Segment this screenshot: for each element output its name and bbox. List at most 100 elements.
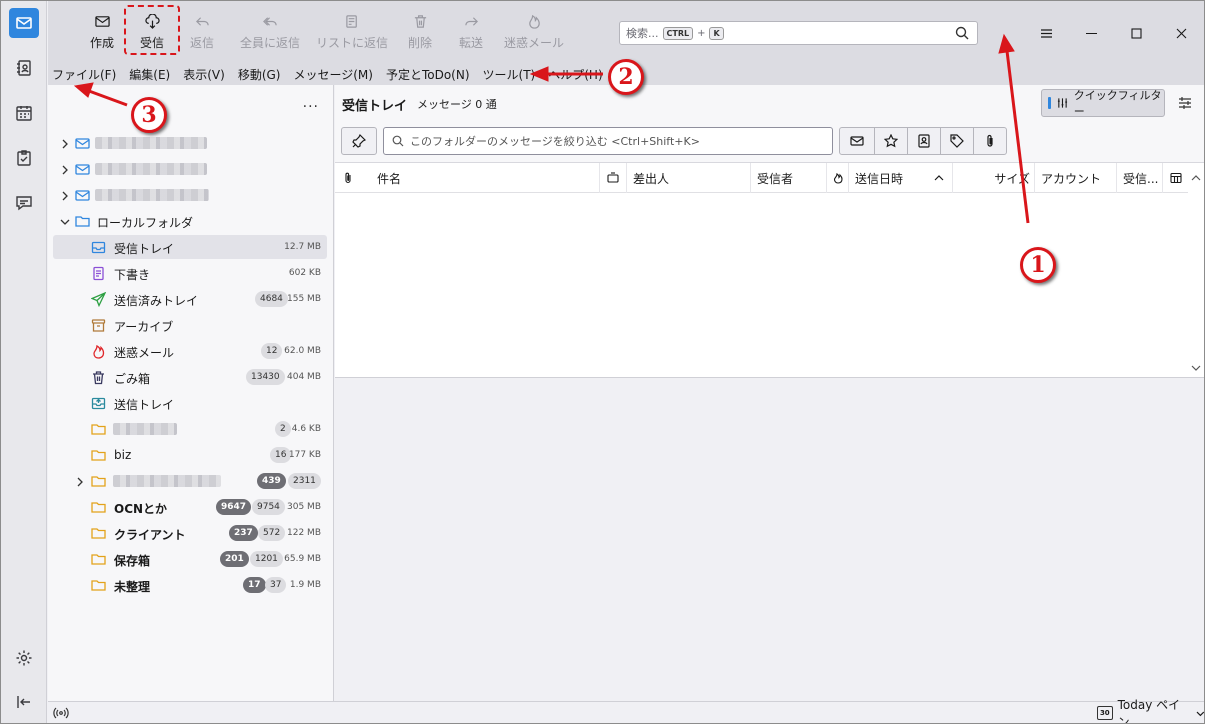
mail-account-icon <box>75 188 90 203</box>
column-recipient-label: 受信者 <box>757 171 794 186</box>
reply-all-button[interactable]: 全員に返信 <box>240 13 300 53</box>
folder-row-redacted-2[interactable]: 439 2311 <box>53 469 327 493</box>
maximize-button[interactable] <box>1124 21 1148 45</box>
menu-help[interactable]: ヘルプ(H) <box>548 66 602 83</box>
filter-tags-toggle[interactable] <box>940 127 974 155</box>
pane-splitter[interactable] <box>335 377 1204 378</box>
today-pane-toggle[interactable]: 30 Today ペイン <box>1097 698 1204 723</box>
trash-icon <box>413 13 428 30</box>
paperclip-icon <box>345 172 351 184</box>
get-messages-label: 受信 <box>139 36 164 50</box>
get-messages-button[interactable]: 受信 <box>136 13 168 53</box>
folder-icon <box>91 552 106 567</box>
column-date[interactable]: 送信日時 <box>848 163 952 193</box>
junk-button[interactable]: 迷惑メール <box>504 13 564 53</box>
menu-file[interactable]: ファイル(F) <box>52 66 116 83</box>
column-junk-status[interactable] <box>826 163 848 193</box>
filter-attachment-toggle[interactable] <box>973 127 1007 155</box>
reply-list-button[interactable]: リストに返信 <box>316 13 388 53</box>
chat-icon[interactable] <box>9 188 39 218</box>
column-sender[interactable]: 差出人 <box>626 163 750 193</box>
column-picker-button[interactable] <box>1162 163 1188 193</box>
thread-list-scrollbar[interactable] <box>1188 163 1204 377</box>
filter-starred-toggle[interactable] <box>874 127 908 155</box>
quick-filter-label: クイックフィルター <box>1073 89 1162 118</box>
folder-row-redacted-1[interactable]: 2 4.6 KB <box>53 417 327 441</box>
column-size[interactable]: サイズ <box>952 163 1034 193</box>
menu-view[interactable]: 表示(V) <box>183 66 225 83</box>
quick-filter-button[interactable]: クイックフィルター <box>1041 89 1165 118</box>
folder-pane-more-button[interactable]: ... <box>303 95 319 111</box>
total-count-badge: 37 <box>265 577 287 593</box>
local-folders-label: ローカルフォルダ <box>97 216 194 230</box>
folder-row-trash[interactable]: ごみ箱 13430 404 MB <box>53 365 327 389</box>
folder-row-drafts[interactable]: 下書き 602 KB <box>53 261 327 285</box>
account-row-1[interactable] <box>53 131 327 155</box>
menu-go[interactable]: 移動(G) <box>238 66 281 83</box>
folder-row-junk[interactable]: 迷惑メール 12 62.0 MB <box>53 339 327 363</box>
folder-name: 送信トレイ <box>114 398 175 412</box>
collapse-spaces-icon[interactable] <box>9 687 39 717</box>
filter-unread-toggle[interactable] <box>839 127 875 155</box>
menu-message[interactable]: メッセージ(M) <box>293 66 372 83</box>
compose-button[interactable]: 作成 <box>88 13 116 53</box>
mail-account-icon <box>75 136 90 151</box>
local-folder-icon <box>75 214 90 229</box>
folder-row-inbox[interactable]: 受信トレイ 12.7 MB <box>53 235 327 259</box>
app-menu-button[interactable] <box>1034 21 1058 45</box>
spaces-toolbar <box>1 1 47 723</box>
junk-flame-icon <box>833 172 843 184</box>
sticky-filter-button[interactable] <box>341 127 377 155</box>
chevron-down-icon[interactable] <box>1191 363 1201 373</box>
online-status-icon[interactable] <box>53 705 69 721</box>
address-book-icon[interactable] <box>9 53 39 83</box>
today-pane-label: Today ペイン <box>1117 698 1181 724</box>
junk-flame-icon <box>527 13 542 30</box>
junk-flame-icon <box>91 344 106 359</box>
unread-count-badge: 439 <box>257 473 286 489</box>
column-attachment[interactable] <box>335 163 361 193</box>
folder-row-sent[interactable]: 送信済みトレイ 4684 155 MB <box>53 287 327 311</box>
calendar-icon[interactable] <box>9 98 39 128</box>
filter-contact-toggle[interactable] <box>907 127 941 155</box>
column-recipient[interactable]: 受信者 <box>750 163 826 193</box>
folder-row-ocn[interactable]: OCNとか 9647 9754 305 MB <box>53 495 327 519</box>
thread-list[interactable] <box>335 193 1188 377</box>
global-search-input[interactable]: 検索... CTRL + K <box>619 21 978 45</box>
column-account[interactable]: アカウント <box>1034 163 1116 193</box>
chevron-up-icon[interactable] <box>1191 173 1201 183</box>
local-folders-row[interactable]: ローカルフォルダ <box>53 209 327 233</box>
paperclip-icon <box>987 134 993 147</box>
pin-icon <box>352 134 366 148</box>
column-subject[interactable]: 件名 <box>361 163 599 193</box>
menu-events-tasks[interactable]: 予定とToDo(N) <box>386 66 470 83</box>
folder-size: 404 MB <box>287 372 321 382</box>
column-received[interactable]: 受信... <box>1116 163 1162 193</box>
forward-button[interactable]: 転送 <box>458 13 484 53</box>
close-button[interactable] <box>1169 21 1193 45</box>
folder-row-biz[interactable]: biz 16 177 KB <box>53 443 327 467</box>
column-subject-label: 件名 <box>377 171 402 186</box>
total-count-badge: 2 <box>275 421 291 437</box>
mail-space-icon[interactable] <box>9 8 39 38</box>
tasks-icon[interactable] <box>9 143 39 173</box>
folder-row-client[interactable]: クライアント 237 572 122 MB <box>53 521 327 545</box>
folder-size: 122 MB <box>287 528 321 538</box>
reply-button[interactable]: 返信 <box>187 13 217 53</box>
account-row-2[interactable] <box>53 157 327 181</box>
account-row-3[interactable] <box>53 183 327 207</box>
folder-row-storage[interactable]: 保存箱 201 1201 65.9 MB <box>53 547 327 571</box>
folder-row-unsorted[interactable]: 未整理 17 37 1.9 MB <box>53 573 327 597</box>
column-correspondent-icon[interactable] <box>599 163 626 193</box>
folder-row-outbox[interactable]: 送信トレイ <box>53 391 327 415</box>
menu-tools[interactable]: ツール(T) <box>483 66 536 83</box>
quick-filter-input[interactable]: このフォルダーのメッセージを絞り込む <Ctrl+Shift+K> <box>383 127 833 155</box>
settings-gear-icon[interactable] <box>9 643 39 673</box>
folder-row-archive[interactable]: アーカイブ <box>53 313 327 337</box>
delete-button[interactable]: 削除 <box>407 13 433 53</box>
display-options-icon[interactable] <box>1177 95 1193 111</box>
archive-icon <box>91 318 106 333</box>
minimize-button[interactable] <box>1079 21 1103 45</box>
menu-edit[interactable]: 編集(E) <box>129 66 170 83</box>
tag-icon <box>950 134 964 148</box>
